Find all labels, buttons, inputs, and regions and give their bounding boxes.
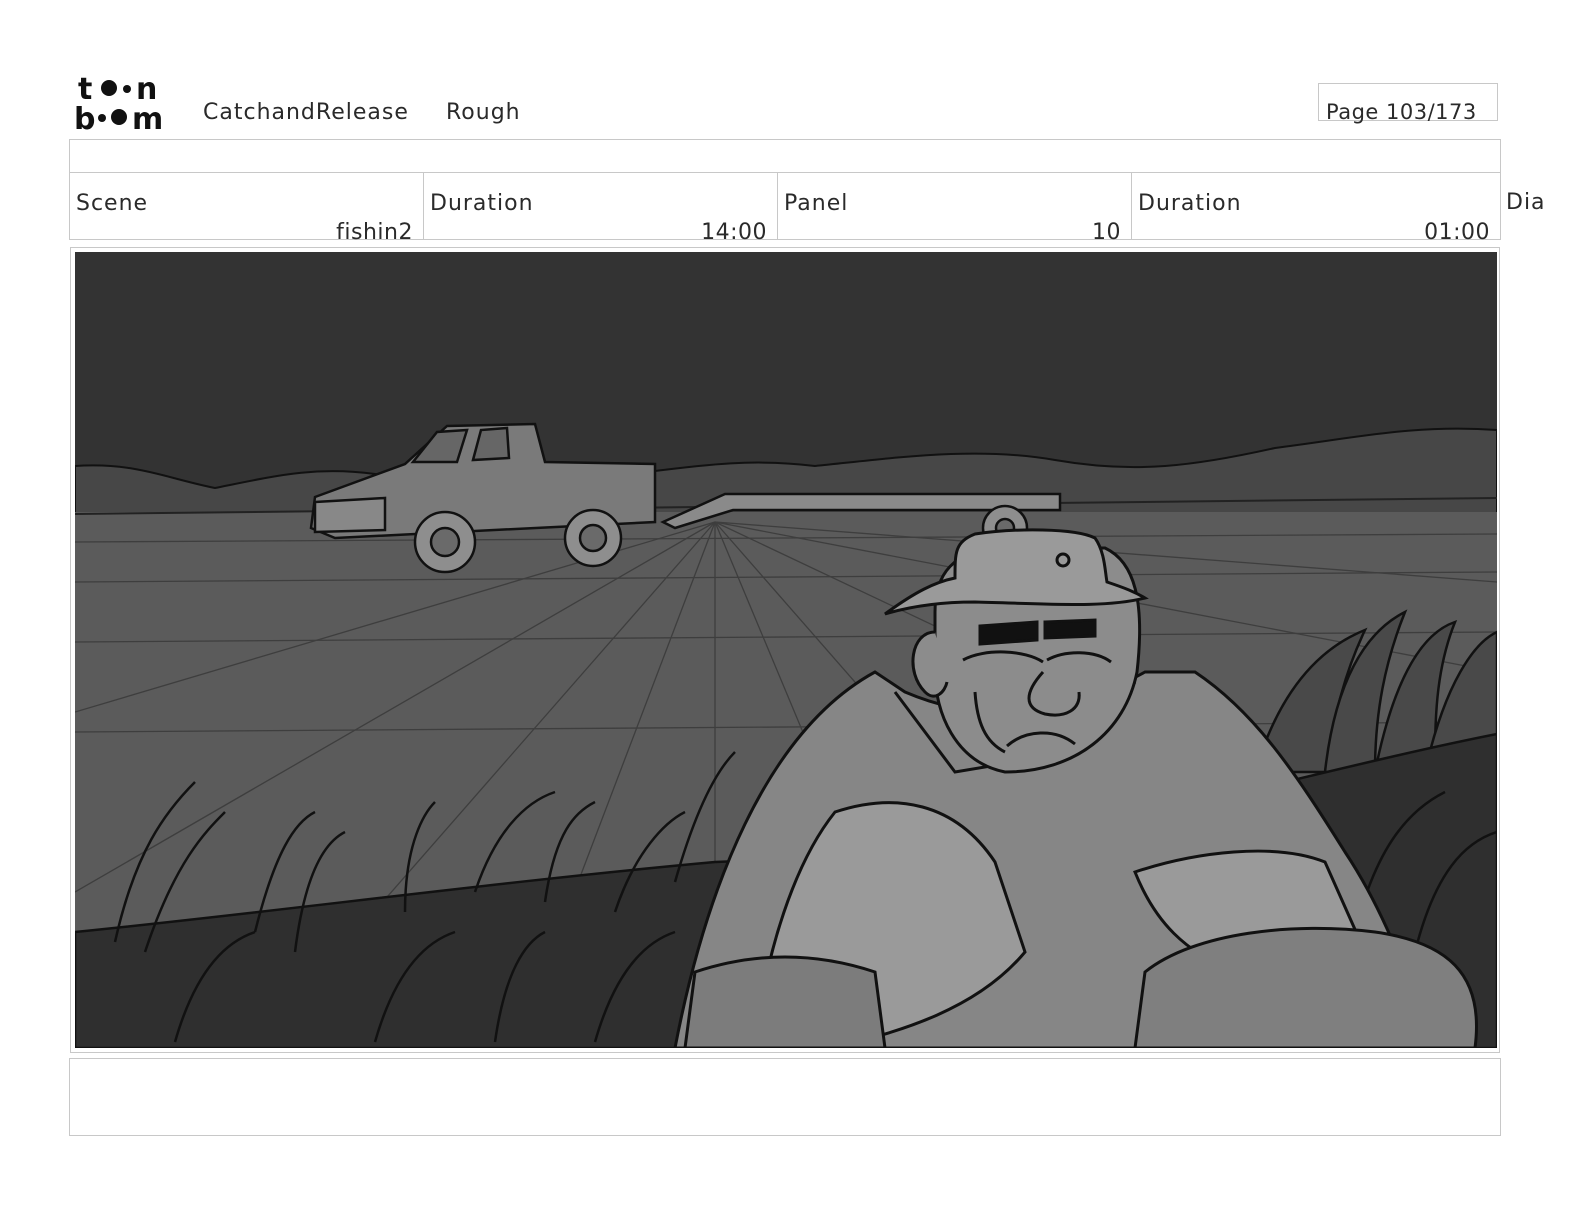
panel-duration-cell: Duration 01:00: [1132, 173, 1500, 245]
project-name: CatchandRelease: [203, 100, 409, 125]
dialogue-label: Dia: [1506, 190, 1546, 215]
panel-value: 10: [1092, 220, 1121, 245]
info-row: Scene fishin2 Duration 14:00 Panel 10 Du…: [69, 172, 1501, 245]
scene-duration-value: 14:00: [701, 220, 767, 245]
storyboard-panel-image: [75, 252, 1497, 1048]
scene-value: fishin2: [336, 220, 413, 245]
notes-box: [69, 1058, 1501, 1136]
panel-duration-label: Duration: [1138, 191, 1242, 216]
scene-label: Scene: [76, 191, 149, 216]
panel-cell: Panel 10: [778, 173, 1132, 245]
scene-duration-cell: Duration 14:00: [424, 173, 778, 245]
stage-name: Rough: [446, 100, 521, 125]
panel-label: Panel: [784, 191, 849, 216]
toonboom-logo-icon: t n b m: [74, 72, 163, 132]
svg-text:m: m: [132, 102, 163, 132]
panel-duration-value: 01:00: [1424, 220, 1490, 245]
header-strip: [69, 139, 1501, 173]
scene-cell: Scene fishin2: [70, 173, 424, 245]
page-number: Page 103/173: [1326, 100, 1477, 124]
svg-text:b: b: [74, 102, 95, 132]
scene-duration-label: Duration: [430, 191, 534, 216]
